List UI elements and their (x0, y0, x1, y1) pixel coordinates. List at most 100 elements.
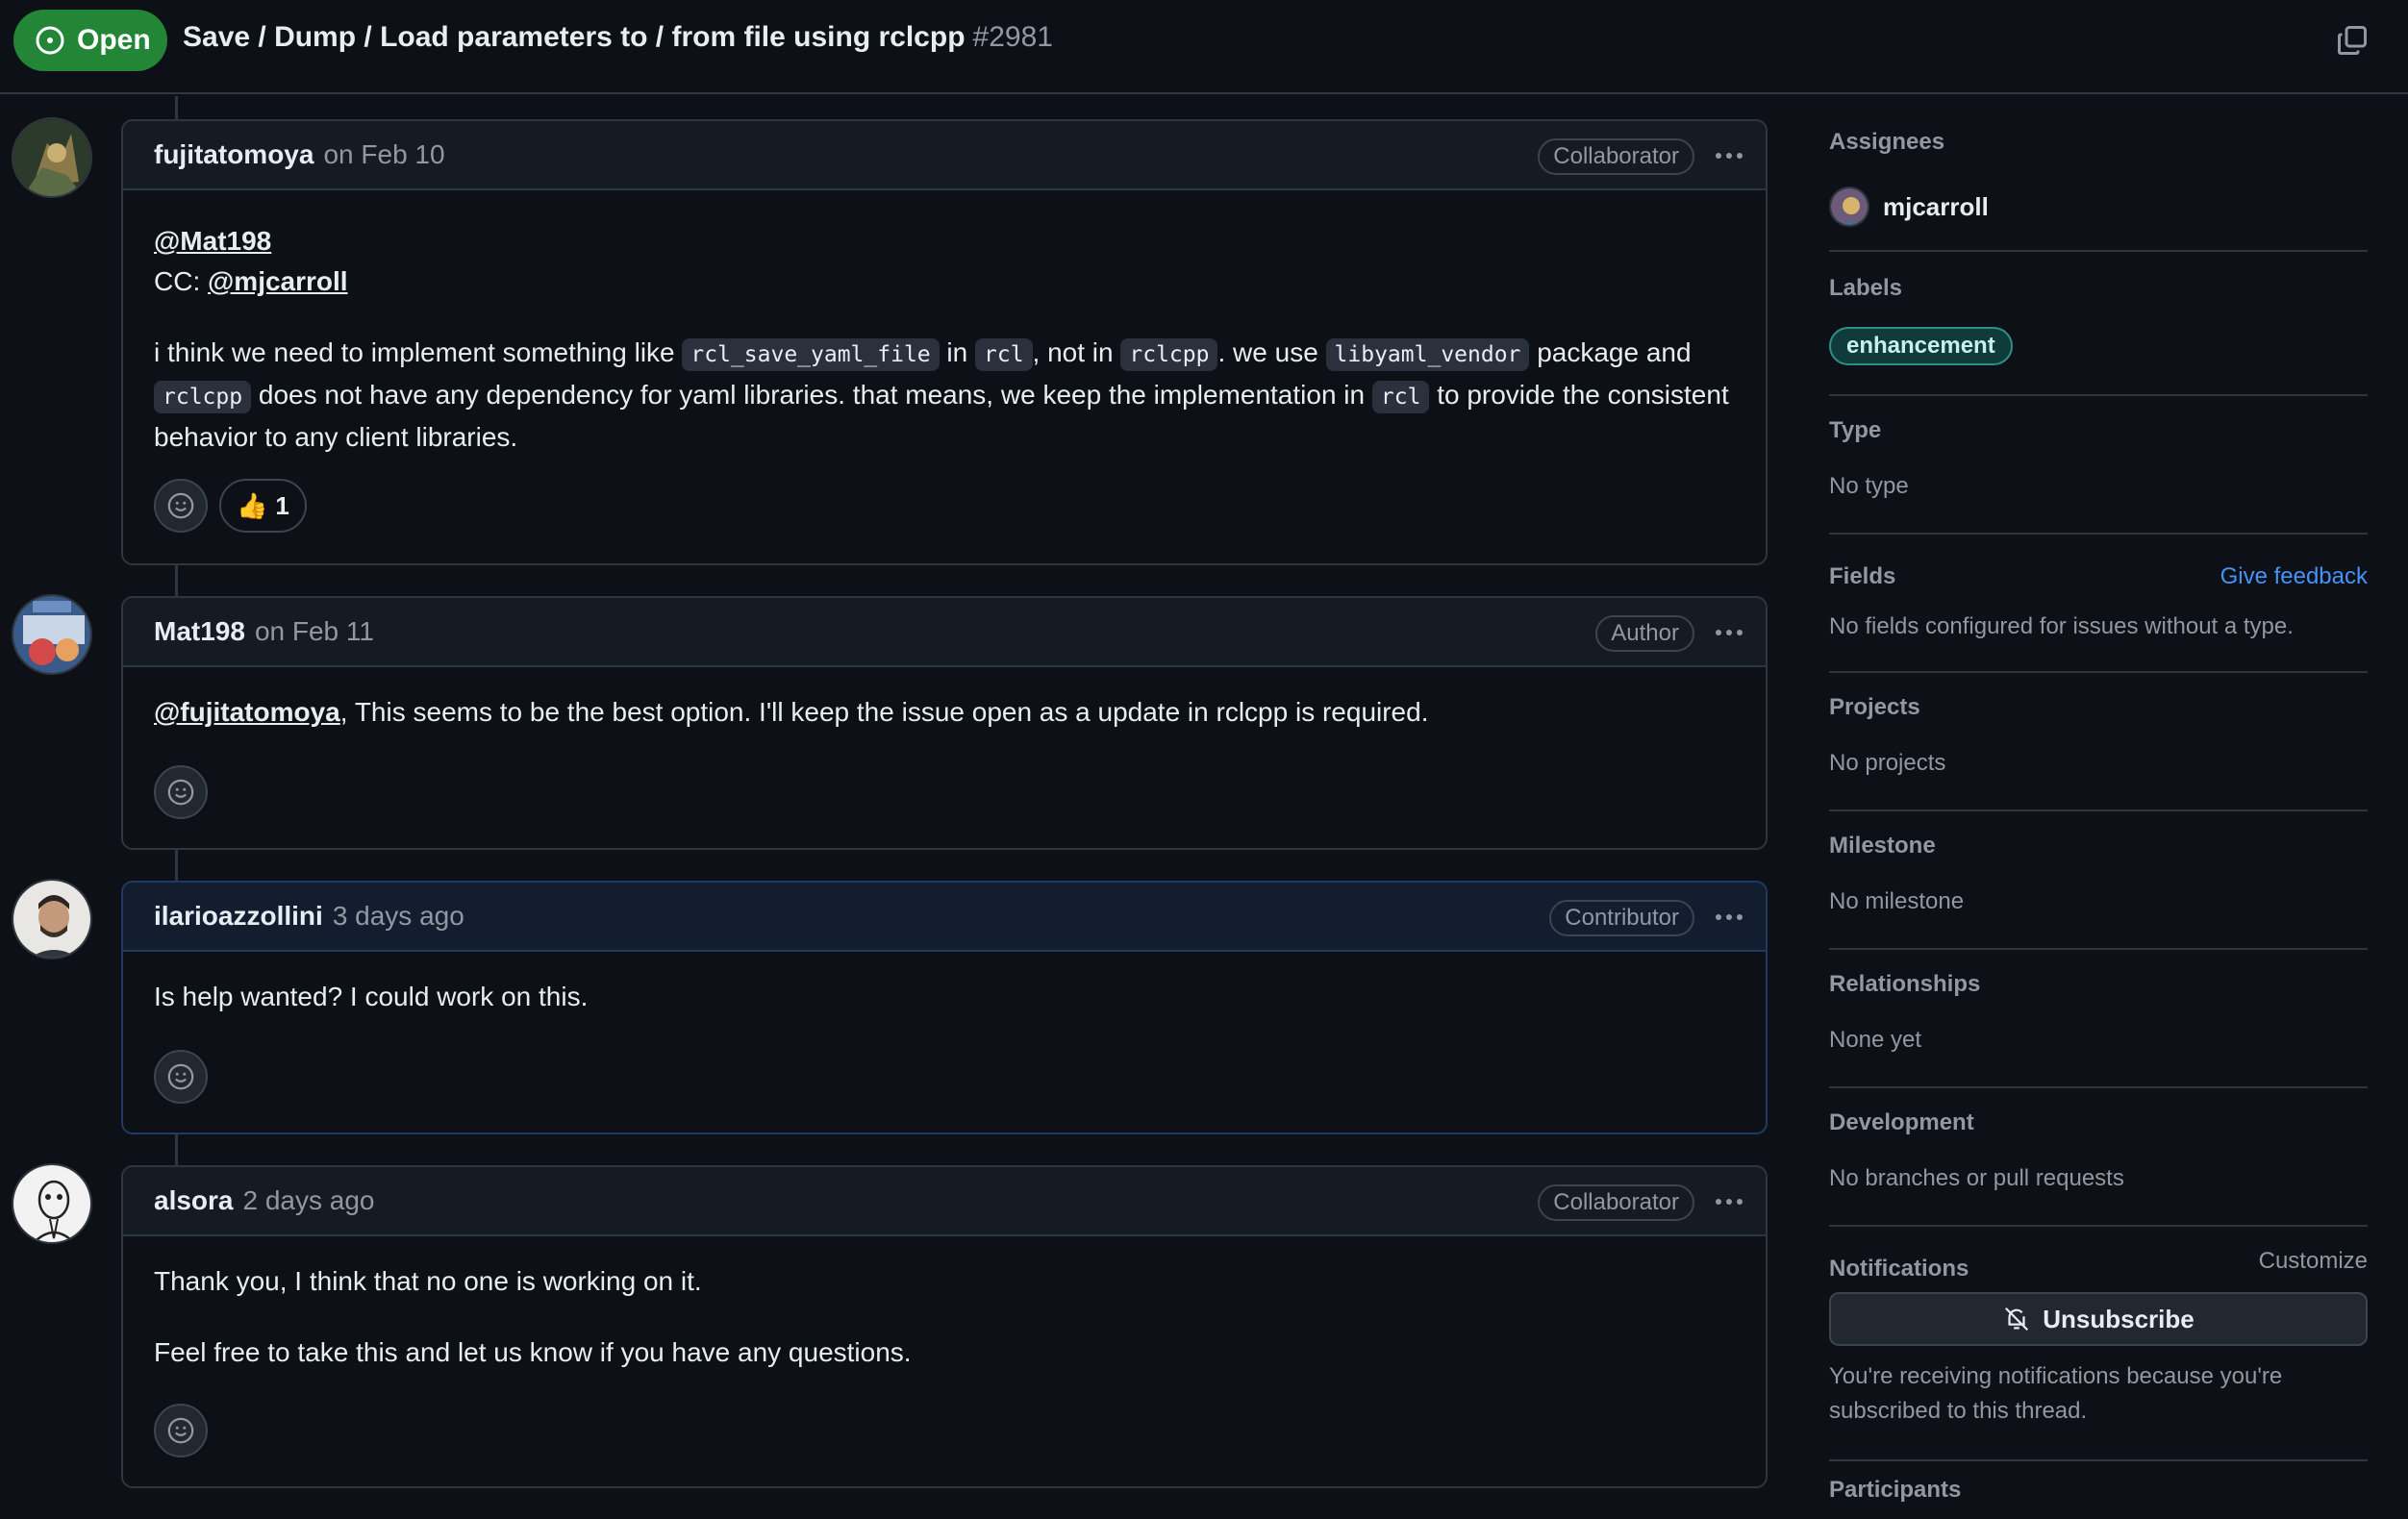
avatar-alsora[interactable] (12, 1163, 92, 1244)
comment-body: Is help wanted? I could work on this. (123, 952, 1766, 1017)
reactions-bar: 👍 1 (123, 479, 338, 533)
assignee-item[interactable]: mjcarroll (1829, 187, 1989, 227)
comment-text: , This seems to be the best option. I'll… (339, 697, 1429, 727)
avatar-mat198[interactable] (12, 594, 92, 675)
relationships-value: None yet (1829, 1027, 1922, 1053)
smiley-icon (167, 779, 194, 806)
comment-text: Feel free to take this and let us know i… (154, 1337, 912, 1367)
comment-date[interactable]: 2 days ago (243, 1185, 375, 1216)
avatar-ilarioazzollini[interactable] (12, 879, 92, 959)
text-run: in (939, 337, 975, 367)
inline-code: rclcpp (154, 381, 252, 413)
add-reaction-button[interactable] (154, 479, 208, 533)
development-value: No branches or pull requests (1829, 1165, 2124, 1191)
inline-code: rclcpp (1120, 338, 1218, 371)
copy-icon[interactable] (2335, 23, 2370, 58)
role-badge: Collaborator (1538, 138, 1694, 175)
relationships-heading[interactable]: Relationships (1829, 971, 1980, 998)
sidebar-development: Development No branches or pull requests (1829, 1088, 2368, 1227)
bell-slash-icon (2005, 1307, 2029, 1332)
comment-text: Thank you, I think that no one is workin… (154, 1266, 702, 1296)
assignee-name[interactable]: mjcarroll (1883, 192, 1989, 222)
comment-date[interactable]: on Feb 10 (323, 139, 444, 170)
user-mention[interactable]: @fujitatomoya (154, 697, 340, 727)
type-heading[interactable]: Type (1829, 417, 1881, 444)
fields-heading: Fields (1829, 563, 1896, 589)
comment-card: fujitatomoya on Feb 10 Collaborator @Mat… (121, 119, 1768, 565)
user-mention[interactable]: @Mat198 (154, 226, 271, 256)
milestone-value: No milestone (1829, 888, 1965, 914)
smiley-icon (167, 492, 194, 519)
label-enhancement[interactable]: enhancement (1829, 327, 2013, 365)
timeline-connector (175, 563, 178, 598)
text-run: i think we need to implement something l… (154, 337, 683, 367)
unsubscribe-button[interactable]: Unsubscribe (1829, 1292, 2368, 1346)
reactions-bar (123, 765, 238, 819)
text-run: package and (1529, 337, 1692, 367)
development-heading[interactable]: Development (1829, 1109, 1974, 1136)
issue-opened-icon (36, 26, 64, 55)
text-run: does not have any dependency for yaml li… (251, 380, 1372, 410)
comment-card: alsora 2 days ago Collaborator Thank you… (121, 1165, 1768, 1488)
timeline-connector (175, 848, 178, 883)
labels-heading[interactable]: Labels (1829, 275, 1902, 302)
comment-header: Mat198 on Feb 11 Author (123, 598, 1766, 667)
comment-header: alsora 2 days ago Collaborator (123, 1167, 1766, 1236)
comment-options-kebab-icon[interactable] (1710, 138, 1748, 173)
role-badge: Collaborator (1538, 1184, 1694, 1221)
comment-header: fujitatomoya on Feb 10 Collaborator (123, 121, 1766, 190)
issue-number: #2981 (972, 21, 1053, 53)
issue-title: Save / Dump / Load parameters to / from … (183, 21, 1053, 54)
comment-author[interactable]: alsora (154, 1185, 234, 1216)
cc-prefix: CC: (154, 266, 208, 296)
sidebar-type: Type No type (1829, 396, 2368, 535)
sidebar-notifications: Notifications Customize Unsubscribe You'… (1829, 1227, 2368, 1461)
inline-code: rcl_save_yaml_file (682, 338, 940, 371)
inline-code: rcl (1371, 381, 1430, 413)
sidebar-milestone: Milestone No milestone (1829, 811, 2368, 950)
give-feedback-link[interactable]: Give feedback (2220, 563, 2368, 590)
add-reaction-button[interactable] (154, 765, 208, 819)
comment-body: @Mat198 CC: @mjcarroll i think we need t… (123, 190, 1766, 458)
participants-heading: Participants (1829, 1477, 1962, 1503)
comment-date[interactable]: 3 days ago (333, 901, 464, 932)
comment-body: @fujitatomoya, This seems to be the best… (123, 667, 1766, 733)
comment-author[interactable]: ilarioazzollini (154, 901, 323, 932)
role-badge: Author (1595, 615, 1694, 652)
comment-header: ilarioazzollini 3 days ago Contributor (123, 883, 1766, 952)
reaction-thumbs-up[interactable]: 👍 1 (219, 479, 307, 533)
sidebar-labels: Labels enhancement (1829, 252, 2368, 396)
comment-author[interactable]: fujitatomoya (154, 139, 314, 170)
smiley-icon (167, 1417, 194, 1444)
text-run: . we use (1217, 337, 1326, 367)
milestone-heading[interactable]: Milestone (1829, 833, 1936, 859)
customize-link[interactable]: Customize (2259, 1248, 2368, 1275)
comment-card: Mat198 on Feb 11 Author @fujitatomoya, T… (121, 596, 1768, 850)
fields-value: No fields configured for issues without … (1829, 613, 2294, 639)
comment-options-kebab-icon[interactable] (1710, 900, 1748, 934)
reactions-bar (123, 1404, 238, 1457)
assignees-heading[interactable]: Assignees (1829, 129, 1944, 156)
thumbs-up-icon: 👍 (237, 490, 268, 520)
assignee-avatar (1829, 187, 1869, 227)
type-value: No type (1829, 473, 1909, 499)
comment-options-kebab-icon[interactable] (1710, 615, 1748, 650)
add-reaction-button[interactable] (154, 1404, 208, 1457)
notification-reason: You're receiving notifications because y… (1829, 1363, 2283, 1424)
reaction-count: 1 (275, 490, 289, 520)
comment-options-kebab-icon[interactable] (1710, 1184, 1748, 1219)
user-mention[interactable]: @mjcarroll (208, 266, 348, 296)
comment-text: Is help wanted? I could work on this. (154, 982, 589, 1011)
unsubscribe-label: Unsubscribe (2043, 1304, 2195, 1333)
sidebar-fields: Fields Give feedback No fields configure… (1829, 535, 2368, 673)
comment-paragraph: i think we need to implement something l… (154, 333, 1735, 458)
add-reaction-button[interactable] (154, 1050, 208, 1104)
comment-date[interactable]: on Feb 11 (255, 616, 374, 647)
projects-heading[interactable]: Projects (1829, 694, 1920, 721)
projects-value: No projects (1829, 750, 1946, 776)
sidebar-assignees: Assignees mjcarroll (1829, 96, 2368, 252)
avatar-fujitatomoya[interactable] (12, 117, 92, 198)
issue-title-text: Save / Dump / Load parameters to / from … (183, 21, 966, 53)
issue-header: Open Save / Dump / Load parameters to / … (0, 0, 2408, 94)
comment-author[interactable]: Mat198 (154, 616, 245, 647)
